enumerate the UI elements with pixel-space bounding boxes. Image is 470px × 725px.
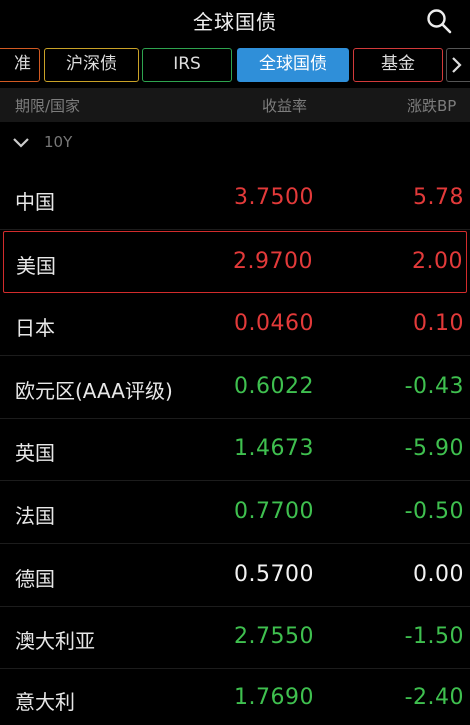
list-item[interactable]: 法国 0.7700 -0.50: [0, 482, 470, 544]
tabs-scroll-right[interactable]: [446, 48, 470, 82]
tab-partial[interactable]: 准: [0, 48, 40, 82]
yield-value: 0.7700: [234, 499, 314, 524]
column-change: 涨跌BP: [407, 97, 457, 115]
chevron-down-icon: [13, 138, 29, 148]
list-item[interactable]: 日本 0.0460 0.10: [0, 294, 470, 356]
list-item[interactable]: 德国 0.5700 0.00: [0, 545, 470, 607]
country-name: 意大利: [15, 690, 75, 714]
search-icon[interactable]: [424, 6, 454, 36]
tab-hushen-bond[interactable]: 沪深债: [44, 48, 139, 82]
group-header[interactable]: 10Y: [0, 124, 470, 162]
tab-global-bonds[interactable]: 全球国债: [237, 48, 349, 82]
column-name: 期限/国家: [15, 97, 81, 115]
change-value: -1.50: [404, 624, 464, 649]
page-title: 全球国债: [193, 10, 277, 34]
column-yield: 收益率: [262, 97, 308, 115]
yield-value: 2.9700: [233, 249, 313, 274]
yield-value: 1.4673: [234, 436, 314, 461]
change-value: 2.00: [412, 249, 463, 274]
change-value: -0.50: [404, 499, 464, 524]
change-value: 5.78: [413, 185, 464, 210]
change-value: -5.90: [404, 436, 464, 461]
country-name: 日本: [15, 316, 55, 340]
yield-value: 3.7500: [234, 185, 314, 210]
yield-value: 0.0460: [234, 311, 314, 336]
country-name: 德国: [15, 567, 55, 591]
yield-value: 1.7690: [234, 685, 314, 710]
column-header: 期限/国家 收益率 涨跌BP: [0, 88, 470, 122]
group-label: 10Y: [44, 133, 73, 151]
list-item[interactable]: 澳大利亚 2.7550 -1.50: [0, 607, 470, 669]
yield-value: 0.6022: [234, 374, 314, 399]
country-name: 中国: [15, 190, 55, 214]
list-item[interactable]: 英国 1.4673 -5.90: [0, 419, 470, 481]
country-name: 英国: [15, 441, 55, 465]
tab-irs[interactable]: IRS: [142, 48, 232, 82]
change-value: 0.10: [413, 311, 464, 336]
tab-fund[interactable]: 基金: [353, 48, 443, 82]
chevron-right-icon: [452, 57, 462, 73]
yield-value: 0.5700: [234, 562, 314, 587]
list-item[interactable]: 欧元区(AAA评级) 0.6022 -0.43: [0, 357, 470, 419]
list-item[interactable]: 美国 2.9700 2.00: [3, 231, 467, 293]
category-tabs: 准 沪深债 IRS 全球国债 基金: [0, 46, 470, 86]
app-screen: 全球国债 准 沪深债 IRS 全球国债 基金 期限/国家 收益率 涨跌BP 10…: [0, 0, 470, 725]
list-item[interactable]: 中国 3.7500 5.78: [0, 168, 470, 230]
country-name: 法国: [15, 504, 55, 528]
country-name: 欧元区(AAA评级): [15, 379, 173, 403]
list-item[interactable]: 意大利 1.7690 -2.40: [0, 668, 470, 725]
country-name: 澳大利亚: [15, 629, 95, 653]
top-bar: 全球国债: [0, 0, 470, 40]
change-value: -2.40: [404, 685, 464, 710]
change-value: -0.43: [404, 374, 464, 399]
country-name: 美国: [16, 254, 56, 278]
change-value: 0.00: [413, 562, 464, 587]
yield-value: 2.7550: [234, 624, 314, 649]
